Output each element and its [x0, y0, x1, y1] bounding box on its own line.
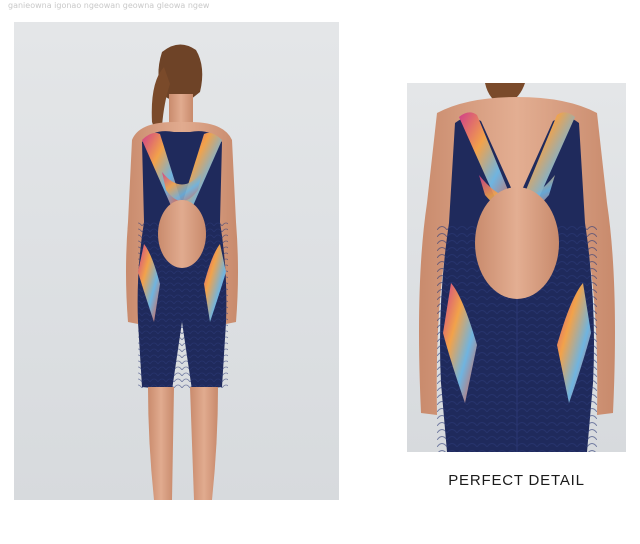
photo-back-view-detail	[407, 83, 626, 452]
photo-back-view-full	[14, 22, 339, 500]
swimsuit-back-full-illustration	[126, 44, 238, 500]
swimsuit-back-detail-illustration	[419, 83, 615, 452]
caption-perfect-detail: PERFECT DETAIL	[448, 472, 585, 489]
watermark-text: ganieowna igonao ngeowan geowna gleowa n…	[8, 1, 210, 10]
